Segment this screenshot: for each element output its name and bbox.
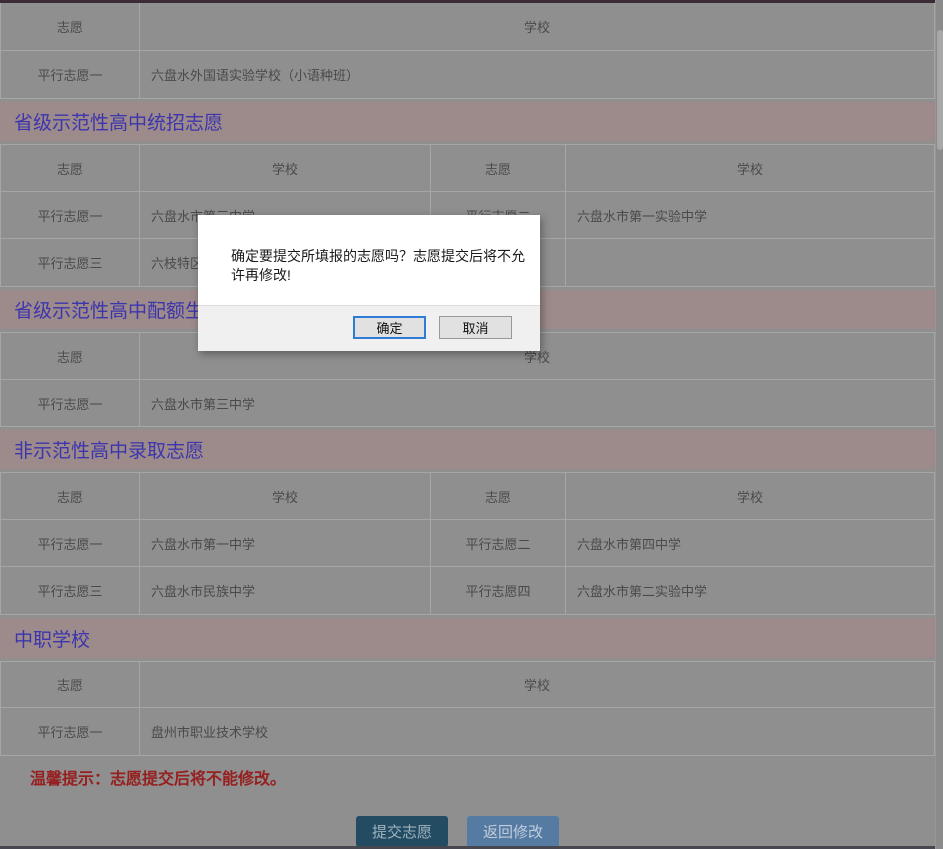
table-header-row: 志愿 学校 [1, 3, 934, 51]
back-modify-button[interactable]: 返回修改 [467, 816, 559, 847]
col-header-volunteer: 志愿 [431, 145, 566, 191]
col-header-volunteer: 志愿 [1, 473, 140, 519]
volunteer-label-cell: 平行志愿三 [1, 239, 140, 286]
col-header-volunteer: 志愿 [1, 333, 140, 379]
school-cell: 六盘水市第四中学 [566, 520, 934, 566]
volunteer-label-cell: 平行志愿一 [1, 51, 140, 98]
col-header-school: 学校 [566, 145, 934, 191]
confirm-dialog: 确定要提交所填报的志愿吗？志愿提交后将不允许再修改! 确定 取消 [198, 215, 540, 351]
volunteer-label-cell: 平行志愿一 [1, 192, 140, 238]
table-row: 平行志愿一 六盘水市第一中学 平行志愿二 六盘水市第四中学 [1, 520, 934, 567]
table-special-class: 志愿 学校 平行志愿一 六盘水外国语实验学校（小语种班） [0, 3, 935, 99]
col-header-school: 学校 [140, 473, 431, 519]
school-cell: 六盘水市第二实验中学 [566, 567, 934, 614]
volunteer-label-cell: 平行志愿一 [1, 380, 140, 426]
table-row: 平行志愿一 六盘水市第三中学 [1, 380, 934, 427]
volunteer-label-cell: 平行志愿二 [431, 520, 566, 566]
col-header-school: 学校 [140, 662, 934, 707]
school-cell: 盘州市职业技术学校 [140, 708, 934, 755]
confirm-dialog-message: 确定要提交所填报的志愿吗？志愿提交后将不允许再修改! [231, 247, 528, 285]
col-header-volunteer: 志愿 [1, 145, 140, 191]
ok-button[interactable]: 确定 [353, 316, 426, 339]
section-title-zhongzhi: 中职学校 [0, 618, 935, 658]
volunteer-label-cell: 平行志愿一 [1, 520, 140, 566]
school-cell [566, 239, 934, 286]
school-cell: 六盘水市第一中学 [140, 520, 431, 566]
confirm-dialog-footer: 确定 取消 [198, 305, 540, 351]
table-zhongzhi: 志愿 学校 平行志愿一 盘州市职业技术学校 [0, 661, 935, 756]
col-header-volunteer: 志愿 [1, 3, 140, 50]
cancel-button[interactable]: 取消 [439, 316, 512, 339]
warning-text: 温馨提示：志愿提交后将不能修改。 [30, 766, 943, 788]
submit-volunteer-button[interactable]: 提交志愿 [356, 816, 448, 847]
col-header-volunteer: 志愿 [1, 662, 140, 707]
section-title-tongzhao: 省级示范性高中统招志愿 [0, 102, 935, 141]
col-header-school: 学校 [140, 145, 431, 191]
col-header-school: 学校 [566, 473, 934, 519]
school-cell: 六盘水外国语实验学校（小语种班） [140, 51, 934, 98]
table-row: 平行志愿三 六盘水市民族中学 平行志愿四 六盘水市第二实验中学 [1, 567, 934, 615]
volunteer-label-cell: 平行志愿四 [431, 567, 566, 614]
vertical-scrollbar[interactable] [935, 0, 943, 849]
school-cell: 六盘水市第三中学 [140, 380, 934, 426]
volunteer-label-cell: 平行志愿三 [1, 567, 140, 614]
school-cell: 六盘水市民族中学 [140, 567, 431, 614]
scrollbar-thumb[interactable] [937, 30, 943, 150]
table-row: 平行志愿一 六盘水外国语实验学校（小语种班） [1, 51, 934, 99]
school-cell: 六盘水市第一实验中学 [566, 192, 934, 238]
section-title-feishifan: 非示范性高中录取志愿 [0, 430, 935, 469]
table-feishifan: 志愿 学校 志愿 学校 平行志愿一 六盘水市第一中学 平行志愿二 六盘水市第四中… [0, 472, 935, 615]
table-header-row: 志愿 学校 志愿 学校 [1, 145, 934, 192]
action-button-row: 提交志愿 返回修改 [0, 816, 929, 847]
volunteer-label-cell: 平行志愿一 [1, 708, 140, 755]
col-header-volunteer: 志愿 [431, 473, 566, 519]
col-header-school: 学校 [140, 3, 934, 50]
table-header-row: 志愿 学校 志愿 学校 [1, 473, 934, 520]
table-row: 平行志愿一 盘州市职业技术学校 [1, 708, 934, 756]
table-header-row: 志愿 学校 [1, 662, 934, 708]
